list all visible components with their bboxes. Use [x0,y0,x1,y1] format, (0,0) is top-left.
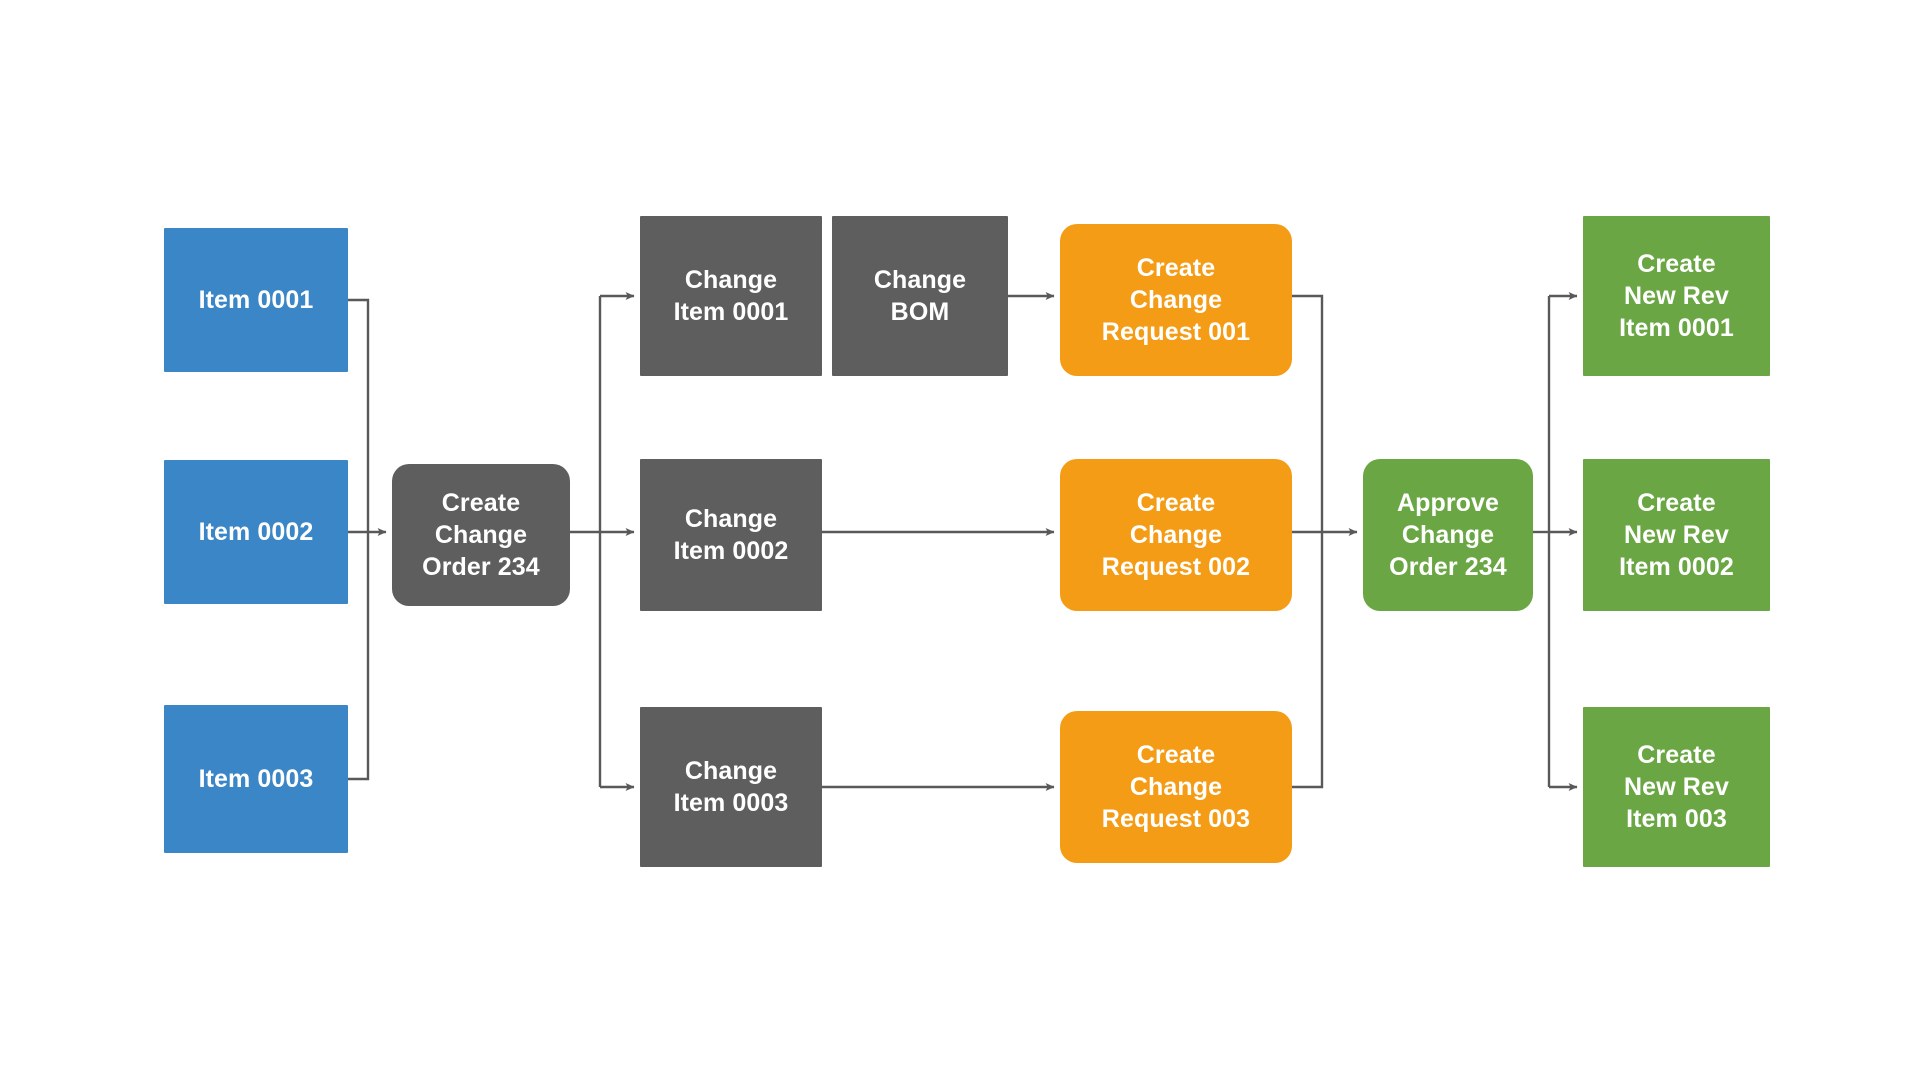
node-label: Approve Change Order 234 [1389,489,1507,581]
node-item-0003[interactable]: Item 0003 [164,705,348,853]
edge-create-change-request-003-to-bus [1292,532,1324,789]
edge-create-change-request-001-to-bus [1292,294,1324,532]
node-item-0001[interactable]: Item 0001 [164,228,348,372]
node-label: Item 0003 [198,765,314,793]
node-label: Create Change Request 003 [1101,741,1251,833]
node-change-item-0003[interactable]: Change Item 0003 [640,707,822,867]
node-create-new-rev-item-0002[interactable]: Create New Rev Item 0002 [1583,459,1770,611]
node-change-item-0001[interactable]: Change Item 0001 [640,216,822,376]
node-label: Item 0002 [198,518,314,546]
node-label: Change Item 0002 [673,505,789,565]
node-label: Create New Rev Item 003 [1624,741,1729,833]
node-item-0002[interactable]: Item 0002 [164,460,348,604]
node-label: Create Change Request 002 [1101,489,1251,581]
node-label: Item 0001 [198,286,314,314]
node-label: Create New Rev Item 0002 [1619,489,1734,581]
node-create-change-order-234[interactable]: Create Change Order 234 [392,464,570,606]
node-label: Change Item 0003 [673,757,789,817]
node-label: Change Item 0001 [673,266,789,326]
node-label: Create Change Order 234 [422,489,540,581]
edge-item-0001-to-bus [348,298,370,532]
node-change-bom[interactable]: Change BOM [832,216,1008,376]
node-create-new-rev-item-003[interactable]: Create New Rev Item 003 [1583,707,1770,867]
edge-item-0003-to-bus [348,532,370,781]
node-create-change-request-002[interactable]: Create Change Request 002 [1060,459,1292,611]
node-create-change-request-003[interactable]: Create Change Request 003 [1060,711,1292,863]
node-create-change-request-001[interactable]: Create Change Request 001 [1060,224,1292,376]
node-approve-change-order-234[interactable]: Approve Change Order 234 [1363,459,1533,611]
node-create-new-rev-item-0001[interactable]: Create New Rev Item 0001 [1583,216,1770,376]
node-label: Change BOM [873,266,967,326]
node-change-item-0002[interactable]: Change Item 0002 [640,459,822,611]
node-label: Create New Rev Item 0001 [1619,250,1734,342]
flowchart-canvas: Item 0001 Item 0002 Item 0003 Create Cha… [0,0,1920,1080]
node-label: Create Change Request 001 [1101,254,1251,346]
